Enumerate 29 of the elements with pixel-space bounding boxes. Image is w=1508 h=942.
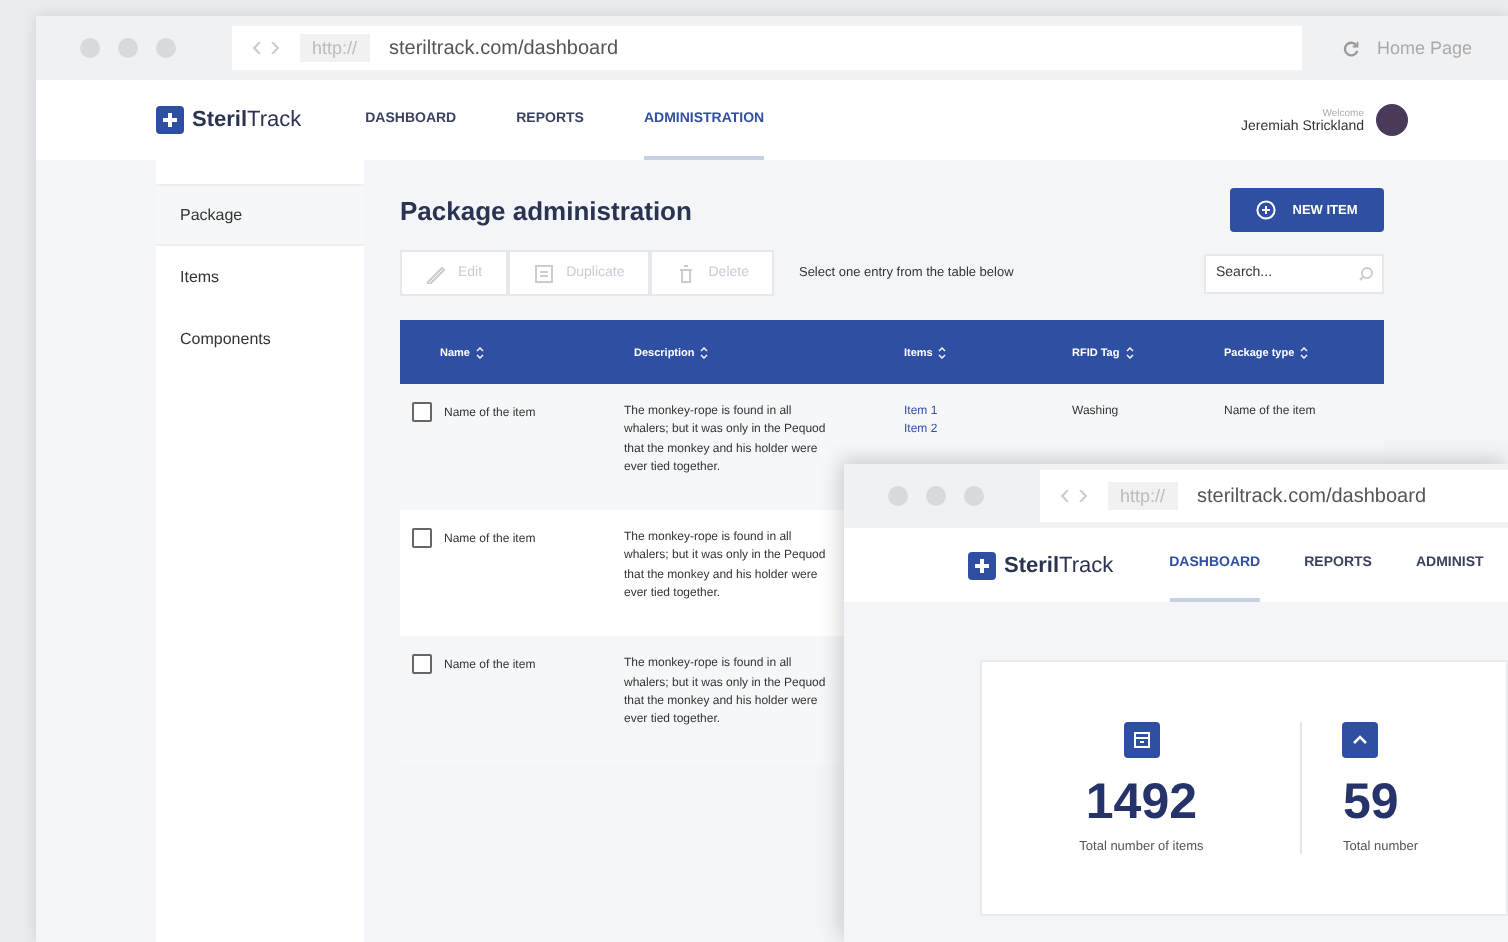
sort-icon[interactable] — [1125, 345, 1134, 359]
logo-text: SterilTrack — [1004, 553, 1114, 577]
page-title: Package administration — [400, 195, 692, 225]
stat-value: 1492 — [1085, 774, 1198, 832]
avatar[interactable] — [1376, 104, 1408, 136]
pencil-icon — [426, 263, 446, 283]
box-icon — [1123, 722, 1160, 758]
logo-icon — [968, 551, 996, 579]
sort-icon[interactable] — [475, 345, 484, 359]
row-checkbox[interactable] — [412, 528, 432, 549]
copy-icon — [534, 263, 555, 283]
url-text: steriltrack.com/dashboard — [389, 37, 619, 59]
sort-icon[interactable] — [700, 345, 709, 359]
sort-icon[interactable] — [938, 345, 947, 359]
chevron-icon — [1342, 722, 1379, 758]
row-checkbox[interactable] — [412, 654, 432, 675]
row-checkbox[interactable] — [412, 402, 432, 422]
sort-icon[interactable] — [1300, 345, 1309, 359]
logo-text: SterilTrack — [192, 108, 302, 132]
trash-icon — [676, 263, 697, 283]
stat-value: 59 — [1342, 774, 1399, 832]
back-forward-icon[interactable] — [1060, 490, 1088, 502]
logo-icon — [156, 106, 184, 134]
search-icon[interactable] — [1358, 265, 1374, 281]
plus-circle-icon — [1256, 200, 1277, 220]
url-text: steriltrack.com/dashboard — [1197, 485, 1427, 507]
reload-icon[interactable] — [1342, 39, 1361, 57]
back-forward-icon[interactable] — [252, 42, 280, 54]
sidebar-item[interactable]: Package — [156, 184, 364, 246]
